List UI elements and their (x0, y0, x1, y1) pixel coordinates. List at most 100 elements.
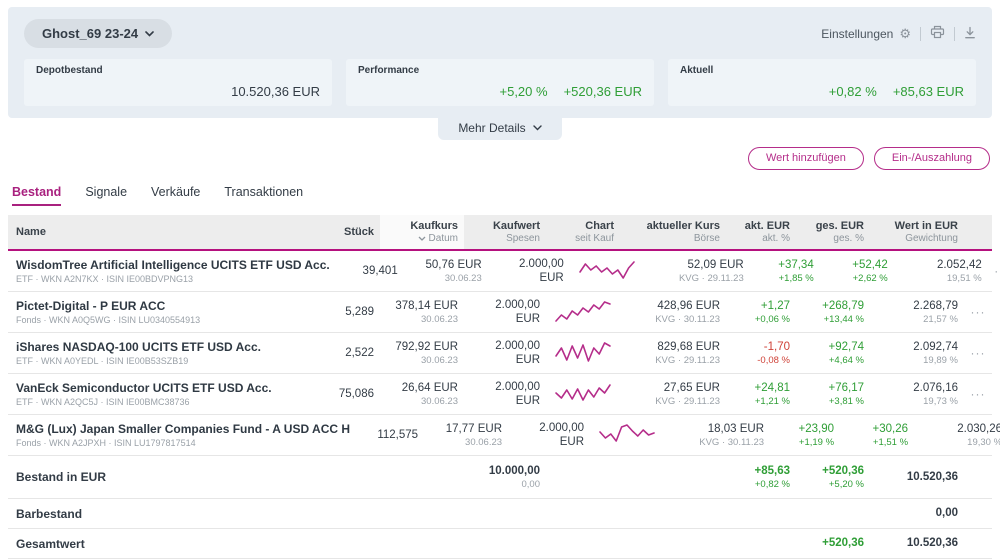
aktueller-kurs-cell: 27,65 EUR KVG · 29.11.23 (620, 381, 726, 407)
chevron-down-icon (145, 31, 154, 37)
instrument-name[interactable]: WisdomTree Artificial Intelligence UCITS… (16, 258, 330, 272)
instrument-name-cell[interactable]: M&G (Lux) Japan Smaller Companies Fund -… (8, 422, 356, 448)
holdings-table: Name Stück Kaufkurs Datum Kaufwert Spese… (8, 215, 992, 559)
wert-cell: 2.076,16 19,73 % (870, 381, 964, 407)
summary-barbestand-label: Barbestand (8, 507, 312, 521)
col-header-name[interactable]: Name (8, 226, 312, 238)
stueck-cell: 39,401 (336, 264, 404, 278)
depotbestand-label: Depotbestand (36, 65, 320, 76)
wert-cell: 2.092,74 19,89 % (870, 340, 964, 366)
sparkline-chart[interactable] (546, 299, 620, 325)
kaufkurs-cell: 17,77 EUR 30.06.23 (424, 422, 508, 448)
sparkline-chart[interactable] (546, 381, 620, 407)
stueck-cell: 2,522 (312, 346, 380, 360)
kaufkurs-cell: 50,76 EUR 30.06.23 (404, 258, 488, 284)
summary-row-barbestand: Barbestand 0,00 (8, 499, 992, 529)
instrument-name[interactable]: VanEck Semiconductor UCITS ETF USD Acc. (16, 381, 306, 395)
instrument-meta: ETF · WKN A2N7KX · ISIN IE00BDVPNG13 (16, 274, 330, 284)
wert-cell: 2.268,79 21,57 % (870, 299, 964, 325)
performance-label: Performance (358, 65, 642, 76)
instrument-name[interactable]: iShares NASDAQ-100 UCITS ETF USD Acc. (16, 340, 306, 354)
more-details-label: Mehr Details (458, 121, 525, 135)
performance-percent: +5,20 % (500, 84, 548, 99)
col-header-akt-eur[interactable]: akt. EUR akt. % (726, 220, 796, 244)
akt-eur-cell: -1,70 -0,08 % (726, 340, 796, 366)
performance-value: +520,36 EUR (564, 84, 642, 99)
download-icon (964, 26, 976, 42)
kaufwert-cell: 2.000,00 EUR (508, 421, 590, 450)
download-button[interactable] (964, 26, 976, 42)
kaufkurs-cell: 792,92 EUR 30.06.23 (380, 340, 464, 366)
table-row: Pictet-Digital - P EUR ACC Fonds · WKN A… (8, 292, 992, 333)
chevron-down-icon (533, 125, 542, 131)
col-header-chart[interactable]: Chart seit Kauf (546, 220, 620, 244)
wert-cell: 2.030,26 19,30 % (914, 422, 1000, 448)
col-header-ges-eur[interactable]: ges. EUR ges. % (796, 220, 870, 244)
portfolio-summary-panel: Ghost_69 23-24 Einstellungen ⚙ (8, 7, 992, 118)
summary-cards: Depotbestand 10.520,36 EUR Performance +… (24, 59, 976, 106)
toolbar-divider (920, 27, 921, 41)
aktuell-label: Aktuell (680, 65, 964, 76)
instrument-name[interactable]: Pictet-Digital - P EUR ACC (16, 299, 306, 313)
settings-label: Einstellungen (821, 27, 893, 41)
aktueller-kurs-cell: 428,96 EUR KVG · 30.11.23 (620, 299, 726, 325)
summary-bestand-kaufwert: 10.000,00 0,00 (464, 464, 546, 490)
sparkline-chart[interactable] (590, 422, 664, 448)
row-menu-button[interactable]: ··· (964, 346, 992, 360)
instrument-name-cell[interactable]: iShares NASDAQ-100 UCITS ETF USD Acc. ET… (8, 340, 312, 366)
instrument-name-cell[interactable]: VanEck Semiconductor UCITS ETF USD Acc. … (8, 381, 312, 407)
instrument-name-cell[interactable]: Pictet-Digital - P EUR ACC Fonds · WKN A… (8, 299, 312, 325)
print-button[interactable] (930, 25, 945, 42)
tab-signale[interactable]: Signale (85, 185, 127, 206)
aktueller-kurs-cell: 52,09 EUR KVG · 29.11.23 (644, 258, 750, 284)
sparkline-chart[interactable] (546, 340, 620, 366)
add-value-button[interactable]: Wert hinzufügen (748, 147, 864, 170)
tab-verkaeufe[interactable]: Verkäufe (151, 185, 200, 206)
col-header-wert-in-eur[interactable]: Wert in EUR Gewichtung (870, 220, 964, 244)
ges-eur-cell: +268,79 +13,44 % (796, 299, 870, 325)
akt-eur-cell: +1,27 +0,06 % (726, 299, 796, 325)
col-header-stueck[interactable]: Stück (312, 226, 380, 238)
tab-bestand[interactable]: Bestand (12, 185, 61, 206)
table-row: iShares NASDAQ-100 UCITS ETF USD Acc. ET… (8, 333, 992, 374)
instrument-meta: ETF · WKN A2QC5J · ISIN IE00BMC38736 (16, 397, 306, 407)
table-row: M&G (Lux) Japan Smaller Companies Fund -… (8, 415, 992, 456)
kaufwert-cell: 2.000,00 EUR (464, 380, 546, 409)
printer-icon (930, 25, 945, 42)
table-row: VanEck Semiconductor UCITS ETF USD Acc. … (8, 374, 992, 415)
summary-gesamtwert-ges-eur: +520,36 (796, 536, 870, 550)
instrument-name[interactable]: M&G (Lux) Japan Smaller Companies Fund -… (16, 422, 350, 436)
col-header-aktueller-kurs[interactable]: aktueller Kurs Börse (620, 220, 726, 244)
summary-bestand-wert: 10.520,36 (870, 470, 964, 484)
more-details-button[interactable]: Mehr Details (438, 118, 561, 140)
summary-gesamtwert-wert: 10.520,36 (870, 536, 964, 550)
row-menu-button[interactable]: ··· (964, 387, 992, 401)
row-menu-button[interactable]: ··· (964, 305, 992, 319)
summary-barbestand-wert: 0,00 (870, 506, 964, 520)
akt-eur-cell: +37,34 +1,85 % (750, 258, 820, 284)
instrument-name-cell[interactable]: WisdomTree Artificial Intelligence UCITS… (8, 258, 336, 284)
deposit-withdrawal-button[interactable]: Ein-/Auszahlung (874, 147, 990, 170)
col-header-kaufwert[interactable]: Kaufwert Spesen (464, 220, 546, 244)
table-header: Name Stück Kaufkurs Datum Kaufwert Spese… (8, 215, 992, 251)
more-details-row: Mehr Details (8, 118, 992, 140)
summary-row-bestand: Bestand in EUR 10.000,00 0,00 +85,63 +0,… (8, 456, 992, 499)
view-tabs: Bestand Signale Verkäufe Transaktionen (8, 170, 992, 206)
summary-bestand-ges-eur: +520,36 +5,20 % (796, 464, 870, 490)
stueck-cell: 75,086 (312, 387, 380, 401)
settings-button[interactable]: Einstellungen ⚙ (821, 27, 911, 41)
summary-gesamtwert-label: Gesamtwert (8, 537, 312, 551)
portfolio-selector[interactable]: Ghost_69 23-24 (24, 19, 172, 48)
summary-row-gesamtwert: Gesamtwert +520,36 10.520,36 (8, 529, 992, 559)
aktuell-card: Aktuell +0,82 % +85,63 EUR (668, 59, 976, 106)
sparkline-chart[interactable] (570, 258, 644, 284)
ges-eur-cell: +92,74 +4,64 % (796, 340, 870, 366)
aktuell-percent: +0,82 % (829, 84, 877, 99)
portfolio-actions: Wert hinzufügen Ein-/Auszahlung (8, 140, 992, 170)
row-menu-button[interactable]: ··· (988, 264, 1000, 278)
aktueller-kurs-cell: 829,68 EUR KVG · 29.11.23 (620, 340, 726, 366)
table-row: WisdomTree Artificial Intelligence UCITS… (8, 251, 992, 292)
performance-card: Performance +5,20 % +520,36 EUR (346, 59, 654, 106)
tab-transaktionen[interactable]: Transaktionen (224, 185, 303, 206)
col-header-kaufkurs[interactable]: Kaufkurs Datum (380, 215, 464, 249)
